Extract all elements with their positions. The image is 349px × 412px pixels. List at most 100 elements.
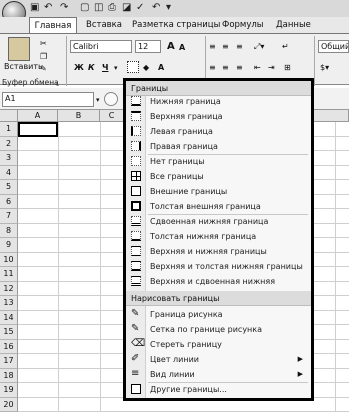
menu-item-border-thick-bottom[interactable]: Толстая нижняя граница <box>126 229 311 244</box>
selected-cell[interactable] <box>18 122 58 137</box>
row-header[interactable]: 17 <box>0 354 18 369</box>
row-header[interactable]: 10 <box>0 253 18 268</box>
align-center-icon[interactable]: ≡ <box>222 62 229 74</box>
row-header[interactable]: 16 <box>0 340 18 355</box>
align-right-icon[interactable]: ≡ <box>236 62 243 74</box>
row-header[interactable]: 6 <box>0 195 18 210</box>
fill-color-icon[interactable]: ◆ <box>143 62 149 74</box>
menu-item-more-borders[interactable]: Другие границы... <box>126 382 311 397</box>
border-left-icon <box>131 126 141 136</box>
align-bottom-icon[interactable]: ≡ <box>236 41 243 53</box>
font-color-icon[interactable]: A <box>158 62 164 74</box>
align-middle-icon[interactable]: ≡ <box>222 41 229 53</box>
number-format-select[interactable]: Общий <box>318 40 349 53</box>
row-header[interactable]: 8 <box>0 224 18 239</box>
row-header[interactable]: 20 <box>0 398 18 412</box>
function-wizard-icon[interactable] <box>104 92 118 106</box>
row-header[interactable]: 5 <box>0 180 18 195</box>
grow-font-button[interactable]: A <box>167 41 175 53</box>
row-header[interactable]: 19 <box>0 383 18 398</box>
preview-icon[interactable]: ◪ <box>122 2 131 14</box>
row-header[interactable]: 11 <box>0 267 18 282</box>
menu-item-border-double-bottom[interactable]: Сдвоенная нижняя граница <box>126 214 311 229</box>
currency-format-icon[interactable]: $▾ <box>320 62 329 74</box>
menu-item-grid-pencil[interactable]: ✎Сетка по границе рисунка <box>126 322 311 337</box>
print-icon[interactable]: ⎙ <box>108 2 116 14</box>
menu-item-border-all[interactable]: Все границы <box>126 169 311 184</box>
open-icon[interactable]: ◫ <box>94 2 103 14</box>
merge-cells-icon[interactable]: ⊞ <box>284 62 291 74</box>
row-header[interactable]: 7 <box>0 209 18 224</box>
menu-item-border-right[interactable]: Правая граница <box>126 139 311 154</box>
orientation-icon[interactable]: ⤢▾ <box>254 41 264 53</box>
customize-icon[interactable]: ▾ <box>166 2 171 14</box>
underline-dropdown-icon[interactable]: ▾ <box>114 62 118 74</box>
row-header[interactable]: 12 <box>0 282 18 297</box>
menu-item-pencil[interactable]: ✎Граница рисунка <box>126 307 311 322</box>
menu-item-label: Верхняя и нижняя границы <box>150 244 267 259</box>
format-painter-icon[interactable]: ✎ <box>40 63 47 75</box>
menu-item-label: Сетка по границе рисунка <box>150 322 262 337</box>
menu-item-border-none[interactable]: Нет границы <box>126 154 311 169</box>
column-header-a[interactable]: A <box>18 110 58 122</box>
menu-item-label: Толстая внешняя граница <box>150 199 261 214</box>
italic-button[interactable]: К <box>88 62 95 74</box>
align-left-icon[interactable]: ≡ <box>209 62 216 74</box>
menu-item-eraser[interactable]: ⌫Стереть границу <box>126 337 311 352</box>
menu-item-label: Верхняя граница <box>150 109 223 124</box>
menu-item-border-top-double-bottom[interactable]: Верхняя и сдвоенная нижняя границы <box>126 274 311 289</box>
paste-button[interactable]: Вставить <box>4 61 43 73</box>
tab-formulas[interactable]: Формулы <box>222 17 264 34</box>
row-header[interactable]: 18 <box>0 369 18 384</box>
row-header[interactable]: 2 <box>0 137 18 152</box>
row-header[interactable]: 14 <box>0 311 18 326</box>
menu-item-border-outside[interactable]: Внешние границы <box>126 184 311 199</box>
menu-item-border-bottom[interactable]: Нижняя граница <box>126 94 311 109</box>
menu-item-border-thick-outside[interactable]: Толстая внешняя граница <box>126 199 311 214</box>
new-document-icon[interactable]: ▢ <box>80 2 89 14</box>
underline-button[interactable]: Ч <box>102 62 108 74</box>
save-icon[interactable]: ▣ <box>30 2 39 14</box>
name-box-dropdown-icon[interactable]: ▾ <box>96 94 100 106</box>
redo-icon[interactable]: ↷ <box>60 2 68 14</box>
undo-icon[interactable]: ↶ <box>152 2 160 14</box>
border-thick-outside-icon <box>131 201 141 211</box>
wrap-text-icon[interactable]: ↵ <box>282 41 289 53</box>
row-header[interactable]: 9 <box>0 238 18 253</box>
row-header[interactable]: 15 <box>0 325 18 340</box>
row-header[interactable]: 4 <box>0 166 18 181</box>
font-size-select[interactable]: 12 <box>135 40 161 53</box>
cut-icon[interactable]: ✂ <box>40 38 47 50</box>
row-header[interactable]: 1 <box>0 122 18 137</box>
name-box[interactable]: A1 <box>2 92 94 107</box>
menu-item-border-top-bottom[interactable]: Верхняя и нижняя границы <box>126 244 311 259</box>
shrink-font-button[interactable]: A <box>179 42 185 54</box>
column-header-b[interactable]: B <box>58 110 100 122</box>
column-header[interactable] <box>314 110 349 122</box>
copy-icon[interactable]: ❐ <box>40 51 47 63</box>
bold-button[interactable]: Ж <box>74 62 84 74</box>
align-top-icon[interactable]: ≡ <box>209 41 216 53</box>
decrease-indent-icon[interactable]: ⇤ <box>254 62 261 74</box>
tab-page-layout[interactable]: Разметка страницы <box>132 17 220 34</box>
clipboard-icon[interactable] <box>8 37 30 61</box>
row-header[interactable]: 13 <box>0 296 18 311</box>
font-name-select[interactable]: Calibri <box>70 40 132 53</box>
borders-button-icon[interactable] <box>127 61 139 73</box>
undo-icon[interactable]: ↶ <box>44 2 52 14</box>
column-header-c[interactable]: C <box>100 110 124 122</box>
menu-item-border-left[interactable]: Левая граница <box>126 124 311 139</box>
select-all-corner[interactable] <box>0 110 18 122</box>
row-header[interactable]: 3 <box>0 151 18 166</box>
spelling-icon[interactable]: ✓ <box>136 2 144 14</box>
menu-item-line-style[interactable]: ≡Вид линии▶ <box>126 367 311 382</box>
menu-item-border-top[interactable]: Верхняя граница <box>126 109 311 124</box>
menu-item-label: Другие границы... <box>150 382 227 397</box>
dialog-launcher-icon[interactable]: ⌞ <box>56 78 60 88</box>
increase-indent-icon[interactable]: ⇥ <box>268 62 275 74</box>
menu-item-border-top-thick-bottom[interactable]: Верхняя и толстая нижняя границы <box>126 259 311 274</box>
tab-data[interactable]: Данные <box>276 17 311 34</box>
menu-item-line-color[interactable]: ✐Цвет линии▶ <box>126 352 311 367</box>
tab-insert[interactable]: Вставка <box>86 17 122 34</box>
tab-home[interactable]: Главная <box>29 17 77 34</box>
